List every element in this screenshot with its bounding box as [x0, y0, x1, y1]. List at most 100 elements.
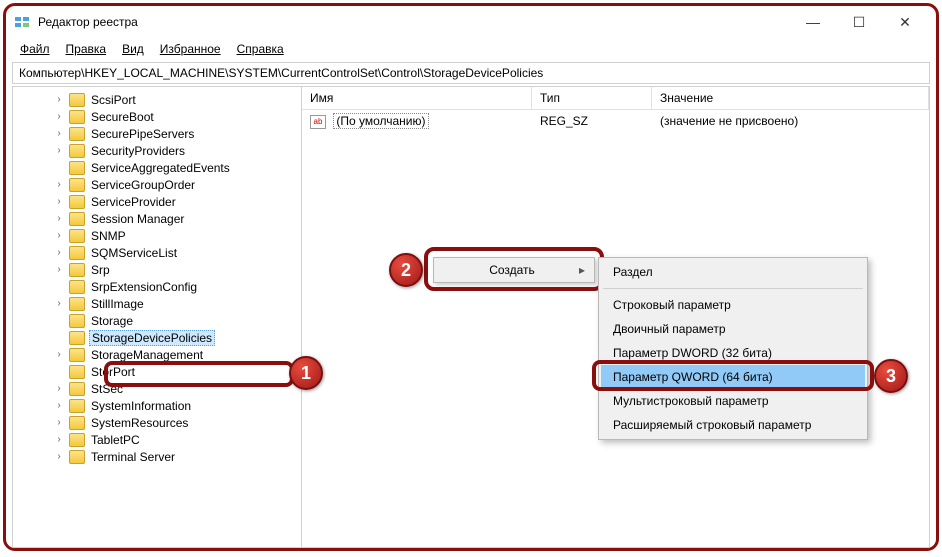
menu-help[interactable]: Справка	[229, 40, 292, 58]
expand-icon[interactable]: ›	[53, 128, 65, 139]
annotation-badge-2: 2	[389, 253, 423, 287]
tree-item-label: ScsiPort	[89, 93, 138, 107]
folder-icon	[69, 280, 85, 294]
expand-icon[interactable]: ›	[53, 417, 65, 428]
tree-item-label: SNMP	[89, 229, 128, 243]
tree-item[interactable]: › Terminal Server	[53, 448, 301, 465]
tree-item[interactable]: Storage	[53, 312, 301, 329]
submenu-dword[interactable]: Параметр DWORD (32 бита)	[601, 341, 865, 365]
expand-icon[interactable]: ›	[53, 434, 65, 445]
expand-icon[interactable]: ›	[53, 213, 65, 224]
folder-icon	[69, 382, 85, 396]
maximize-button[interactable]: ☐	[836, 7, 882, 37]
submenu-expandstring[interactable]: Расширяемый строковый параметр	[601, 413, 865, 437]
value-name: (По умолчанию)	[333, 113, 428, 129]
tree-item-label: StorageDevicePolicies	[89, 330, 215, 346]
tree-item[interactable]: › StillImage	[53, 295, 301, 312]
tree-item[interactable]: ›SecurePipeServers	[53, 125, 301, 142]
tree-item[interactable]: StorPort	[53, 363, 301, 380]
folder-icon	[69, 195, 85, 209]
tree-item[interactable]: › SNMP	[53, 227, 301, 244]
close-button[interactable]: ✕	[882, 7, 928, 37]
context-submenu-new: Раздел Строковый параметр Двоичный парам…	[598, 257, 868, 440]
folder-icon	[69, 212, 85, 226]
minimize-button[interactable]: —	[790, 7, 836, 37]
expand-icon[interactable]: ›	[53, 111, 65, 122]
value-type: REG_SZ	[532, 112, 652, 131]
tree-item[interactable]: ›ServiceProvider	[53, 193, 301, 210]
value-data: (значение не присвоено)	[652, 112, 929, 131]
folder-icon	[69, 450, 85, 464]
tree-item[interactable]: › SecureBoot	[53, 108, 301, 125]
expand-icon[interactable]: ›	[53, 264, 65, 275]
expand-icon[interactable]: ›	[53, 230, 65, 241]
folder-icon	[69, 263, 85, 277]
annotation-badge-3: 3	[874, 359, 908, 393]
tree-item[interactable]: SrpExtensionConfig	[53, 278, 301, 295]
folder-icon	[69, 314, 85, 328]
context-menu-create[interactable]: Создать ▸	[433, 257, 595, 283]
menu-file[interactable]: Файл	[12, 40, 58, 58]
tree-item[interactable]: › ServiceGroupOrder	[53, 176, 301, 193]
tree-item-label: ServiceGroupOrder	[89, 178, 197, 192]
expand-icon[interactable]: ›	[53, 383, 65, 394]
submenu-string[interactable]: Строковый параметр	[601, 293, 865, 317]
expand-icon[interactable]: ›	[53, 451, 65, 462]
folder-icon	[69, 348, 85, 362]
tree-item-label: TabletPC	[89, 433, 142, 447]
folder-icon	[69, 127, 85, 141]
col-type[interactable]: Тип	[532, 87, 652, 109]
submenu-key[interactable]: Раздел	[601, 260, 865, 284]
tree-item[interactable]: ›StorageManagement	[53, 346, 301, 363]
folder-icon	[69, 331, 85, 345]
list-row[interactable]: ab (По умолчанию) REG_SZ (значение не пр…	[302, 110, 929, 133]
col-value[interactable]: Значение	[652, 87, 929, 109]
folder-icon	[69, 365, 85, 379]
submenu-qword[interactable]: Параметр QWORD (64 бита)	[601, 365, 865, 389]
expand-icon[interactable]: ›	[53, 400, 65, 411]
tree-item[interactable]: › SecurityProviders	[53, 142, 301, 159]
menu-create-label: Создать	[434, 263, 570, 277]
expand-icon[interactable]: ›	[53, 247, 65, 258]
titlebar: Редактор реестра — ☐ ✕	[6, 6, 936, 38]
tree-pane[interactable]: ›ScsiPort›SecureBoot›SecurePipeServers›S…	[12, 86, 302, 548]
col-name[interactable]: Имя	[302, 87, 532, 109]
tree-item[interactable]: ›StSec	[53, 380, 301, 397]
tree-item[interactable]: › SystemInformation	[53, 397, 301, 414]
folder-icon	[69, 297, 85, 311]
folder-icon	[69, 93, 85, 107]
expand-icon[interactable]: ›	[53, 196, 65, 207]
tree-item-label: SystemResources	[89, 416, 190, 430]
submenu-multistring[interactable]: Мультистроковый параметр	[601, 389, 865, 413]
tree-item-label: SecureBoot	[89, 110, 156, 124]
tree-item-label: Srp	[89, 263, 112, 277]
submenu-binary[interactable]: Двоичный параметр	[601, 317, 865, 341]
menu-view[interactable]: Вид	[114, 40, 152, 58]
tree-item[interactable]: › TabletPC	[53, 431, 301, 448]
address-bar[interactable]: Компьютер\HKEY_LOCAL_MACHINE\SYSTEM\Curr…	[12, 62, 930, 84]
tree-item-label: Terminal Server	[89, 450, 177, 464]
expand-icon[interactable]: ›	[53, 298, 65, 309]
window-title: Редактор реестра	[38, 15, 790, 29]
tree-item[interactable]: › Srp	[53, 261, 301, 278]
expand-icon[interactable]: ›	[53, 179, 65, 190]
expand-icon[interactable]: ›	[53, 145, 65, 156]
menu-favorites[interactable]: Избранное	[152, 40, 229, 58]
annotation-badge-1: 1	[289, 356, 323, 390]
tree-item[interactable]: ›SQMServiceList	[53, 244, 301, 261]
tree-item-label: SystemInformation	[89, 399, 193, 413]
tree-item[interactable]: ›Session Manager	[53, 210, 301, 227]
tree-item-label: SecurityProviders	[89, 144, 187, 158]
tree-item-label: StillImage	[89, 297, 146, 311]
folder-icon	[69, 416, 85, 430]
tree-item-label: ServiceAggregatedEvents	[89, 161, 232, 175]
expand-icon[interactable]: ›	[53, 94, 65, 105]
menu-edit[interactable]: Правка	[58, 40, 115, 58]
tree-item[interactable]: StorageDevicePolicies	[53, 329, 301, 346]
tree-item[interactable]: ServiceAggregatedEvents	[53, 159, 301, 176]
tree-item-label: StorPort	[89, 365, 137, 379]
tree-item[interactable]: › SystemResources	[53, 414, 301, 431]
tree-item[interactable]: › ScsiPort	[53, 91, 301, 108]
expand-icon[interactable]: ›	[53, 349, 65, 360]
folder-icon	[69, 433, 85, 447]
